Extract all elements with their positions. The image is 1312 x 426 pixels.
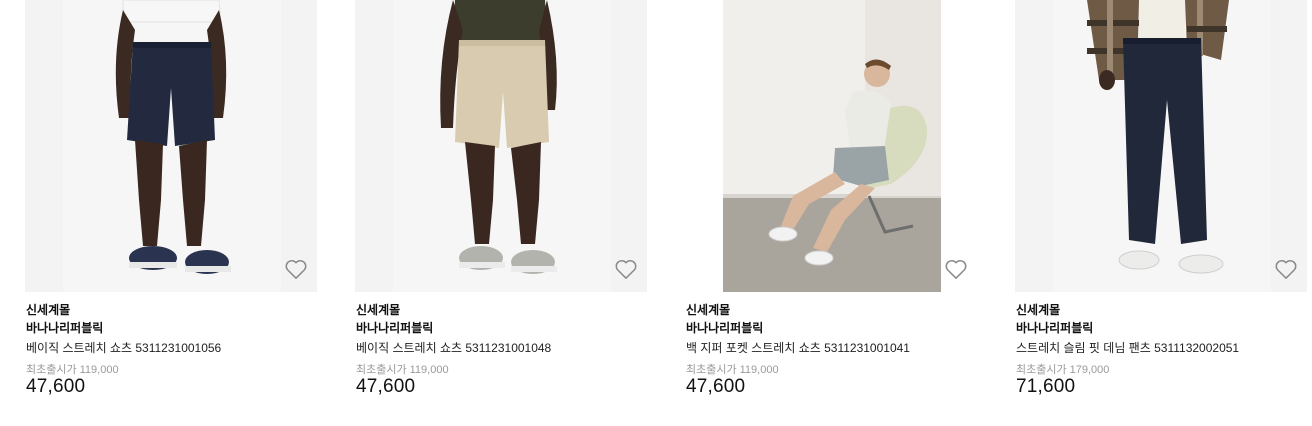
wishlist-heart-icon[interactable] xyxy=(613,256,639,282)
khaki-shorts-photo xyxy=(355,0,647,292)
original-price-value: 119,000 xyxy=(739,364,779,376)
wishlist-heart-icon[interactable] xyxy=(283,256,309,282)
original-price-value: 119,000 xyxy=(79,364,119,376)
original-price: 최초출시가 179,000 xyxy=(1016,361,1109,377)
product-name[interactable]: 베이직 스트레치 쇼츠 5311231001048 xyxy=(356,339,551,356)
original-price-value: 119,000 xyxy=(409,364,449,376)
sale-price: 47,600 xyxy=(26,376,86,397)
product-image[interactable] xyxy=(355,0,647,292)
product-name[interactable]: 스트레치 슬림 핏 데님 팬츠 5311132002051 xyxy=(1016,339,1239,356)
original-price: 최초출시가 119,000 xyxy=(356,361,449,377)
navy-shorts-photo xyxy=(25,0,317,292)
store-name: 신세계몰 xyxy=(686,303,731,317)
brand-name: 바나나리퍼블릭 xyxy=(1016,321,1094,335)
wishlist-heart-icon[interactable] xyxy=(943,256,969,282)
store-name: 신세계몰 xyxy=(1016,303,1061,317)
original-price-value: 179,000 xyxy=(1069,364,1110,376)
product-image[interactable] xyxy=(1015,0,1307,292)
product-name[interactable]: 베이직 스트레치 쇼츠 5311231001056 xyxy=(26,339,221,356)
wishlist-heart-icon[interactable] xyxy=(1273,256,1299,282)
original-price: 최초출시가 119,000 xyxy=(686,361,779,377)
product-card[interactable]: 신세계몰 바나나리퍼블릭 스트레치 슬림 핏 데님 팬츠 53111320020… xyxy=(1015,0,1307,426)
original-price: 최초출시가 119,000 xyxy=(26,361,119,377)
sale-price: 47,600 xyxy=(356,376,416,397)
brand-name: 바나나리퍼블릭 xyxy=(356,321,434,335)
grey-shorts-seated-model-photo xyxy=(685,0,977,292)
sale-price: 71,600 xyxy=(1016,376,1076,397)
product-card[interactable]: 신세계몰 바나나리퍼블릭 백 지퍼 포켓 스트레치 쇼츠 53112310010… xyxy=(685,0,977,426)
brand-name: 바나나리퍼블릭 xyxy=(26,321,104,335)
product-image[interactable] xyxy=(25,0,317,292)
store-name: 신세계몰 xyxy=(26,303,71,317)
sale-price: 47,600 xyxy=(686,376,746,397)
product-image[interactable] xyxy=(685,0,977,292)
navy-denim-pants-photo xyxy=(1015,0,1307,292)
original-price-label: 최초출시가 xyxy=(1016,364,1067,376)
product-card[interactable]: 신세계몰 바나나리퍼블릭 베이직 스트레치 쇼츠 5311231001048 최… xyxy=(355,0,647,426)
product-name[interactable]: 백 지퍼 포켓 스트레치 쇼츠 5311231001041 xyxy=(686,339,910,356)
original-price-label: 최초출시가 xyxy=(26,364,77,376)
brand-name: 바나나리퍼블릭 xyxy=(686,321,764,335)
store-name: 신세계몰 xyxy=(356,303,401,317)
product-card[interactable]: 신세계몰 바나나리퍼블릭 베이직 스트레치 쇼츠 5311231001056 최… xyxy=(25,0,317,426)
original-price-label: 최초출시가 xyxy=(686,364,737,376)
original-price-label: 최초출시가 xyxy=(356,364,407,376)
